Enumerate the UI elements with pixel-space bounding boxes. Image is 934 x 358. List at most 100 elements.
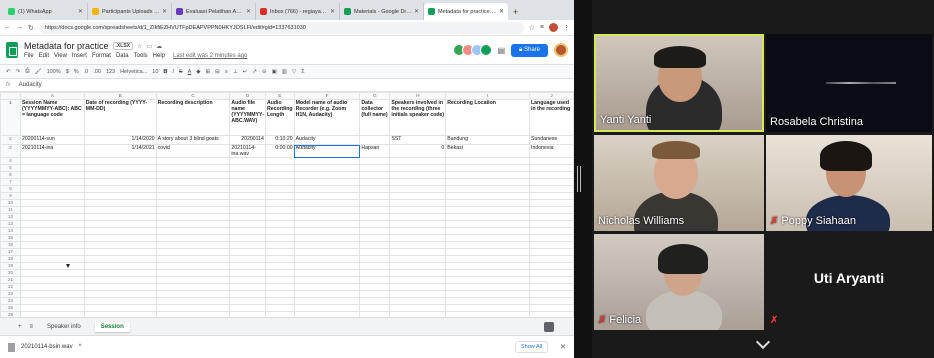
cell[interactable] — [155, 248, 231, 256]
cell[interactable] — [389, 283, 447, 291]
cell[interactable] — [529, 248, 574, 256]
chart-icon[interactable]: ▥ — [282, 69, 287, 75]
cell[interactable] — [155, 220, 231, 228]
cell[interactable] — [83, 304, 157, 312]
cell[interactable] — [445, 192, 530, 200]
cell[interactable] — [155, 227, 231, 235]
video-tile-nicholas[interactable]: Nicholas Williams — [594, 135, 764, 231]
column-header[interactable]: A — [19, 92, 85, 100]
cell[interactable] — [155, 269, 231, 277]
tab-materials[interactable]: Materials - Google Drive ✕ — [340, 3, 424, 20]
tab-participants-uploads[interactable]: Participants Uploads - Goo✕ — [88, 3, 172, 20]
font-size-select[interactable]: 10 — [152, 69, 158, 75]
cell[interactable] — [19, 206, 85, 214]
cell[interactable] — [264, 283, 295, 291]
cell[interactable] — [359, 297, 391, 305]
cell[interactable]: Indonesia — [529, 144, 574, 158]
cell[interactable] — [359, 206, 391, 214]
insert-comment-icon[interactable]: ▣ — [272, 69, 277, 75]
cell[interactable] — [389, 157, 447, 165]
cell[interactable] — [529, 192, 574, 200]
extensions-icon[interactable]: ≡ — [540, 24, 544, 31]
cell[interactable] — [155, 192, 231, 200]
cell[interactable] — [445, 255, 530, 263]
download-item[interactable]: 20210114-bsin.wav — [21, 344, 73, 350]
cell[interactable] — [529, 185, 574, 193]
more-icon[interactable]: ⋮ — [563, 24, 570, 32]
cell[interactable] — [19, 157, 85, 165]
sheet-tab-session[interactable]: Session — [94, 321, 130, 332]
cell[interactable] — [445, 248, 530, 256]
cell[interactable]: Audacity — [293, 135, 361, 145]
cell[interactable] — [293, 199, 361, 207]
close-icon[interactable]: ✕ — [414, 8, 419, 15]
menu-insert[interactable]: Insert — [72, 53, 87, 59]
cell[interactable] — [359, 164, 391, 172]
cell[interactable] — [229, 269, 266, 277]
cell[interactable] — [529, 283, 574, 291]
close-icon[interactable]: ✕ — [330, 8, 335, 15]
cell[interactable] — [293, 262, 361, 270]
cell[interactable] — [359, 248, 391, 256]
font-select[interactable]: Helvetica... — [120, 69, 147, 75]
number-format-select[interactable]: 123 — [106, 69, 115, 75]
cell[interactable] — [359, 157, 391, 165]
cell[interactable] — [359, 276, 391, 284]
cell[interactable] — [529, 297, 574, 305]
cell[interactable] — [293, 255, 361, 263]
cell[interactable] — [389, 199, 447, 207]
collaborator-avatars[interactable] — [452, 44, 492, 56]
column-header[interactable]: I — [445, 92, 530, 100]
row-number[interactable]: 7 — [0, 178, 21, 186]
cell[interactable]: A story about 3 blind goats — [155, 135, 231, 145]
valign-icon[interactable]: ⊥ — [233, 69, 238, 75]
row-number[interactable]: 24 — [0, 297, 21, 305]
cell[interactable] — [389, 171, 447, 179]
cell[interactable] — [264, 213, 295, 221]
video-tile-poppy[interactable]: ✗ Poppy Siahaan — [766, 135, 932, 231]
align-icon[interactable]: ≡ — [225, 69, 228, 75]
cell[interactable] — [19, 276, 85, 284]
cell[interactable] — [19, 227, 85, 235]
menu-file[interactable]: File — [24, 53, 34, 59]
cell[interactable] — [529, 276, 574, 284]
cell[interactable] — [229, 276, 266, 284]
cell[interactable] — [19, 234, 85, 242]
cell[interactable] — [293, 171, 361, 179]
cell[interactable]: Audio file name (YYYYMMYY-ABC.WAV) — [229, 99, 266, 136]
cell[interactable] — [445, 227, 530, 235]
redo-icon[interactable]: ↷ — [16, 69, 21, 75]
currency-button[interactable]: $ — [66, 69, 69, 75]
cell[interactable] — [155, 157, 231, 165]
row-number[interactable]: 20 — [0, 269, 21, 277]
cell[interactable] — [155, 206, 231, 214]
cell[interactable] — [83, 157, 157, 165]
menu-data[interactable]: Data — [116, 53, 129, 59]
cell[interactable] — [389, 164, 447, 172]
column-header[interactable]: D — [229, 92, 266, 100]
cell[interactable] — [359, 304, 391, 312]
cell[interactable] — [293, 220, 361, 228]
cell[interactable]: Model name of audio Recorder (e.g. Zoom … — [293, 99, 361, 136]
column-header[interactable]: G — [359, 92, 391, 100]
cell[interactable] — [229, 290, 266, 298]
cell[interactable] — [293, 206, 361, 214]
cell[interactable] — [155, 241, 231, 249]
italic-button[interactable]: I — [172, 69, 174, 75]
cell[interactable] — [83, 206, 157, 214]
cell[interactable] — [359, 255, 391, 263]
sheets-logo-icon[interactable] — [6, 42, 18, 58]
cell[interactable] — [229, 213, 266, 221]
text-color-button[interactable]: A — [188, 69, 192, 75]
cell[interactable] — [445, 178, 530, 186]
cell[interactable] — [264, 164, 295, 172]
cell[interactable] — [293, 157, 361, 165]
cell[interactable] — [19, 185, 85, 193]
cell[interactable] — [445, 234, 530, 242]
cell[interactable] — [229, 283, 266, 291]
cell[interactable] — [229, 304, 266, 312]
cell[interactable] — [229, 227, 266, 235]
cell[interactable] — [293, 234, 361, 242]
cell[interactable] — [155, 276, 231, 284]
filter-icon[interactable]: ▽ — [292, 69, 296, 75]
